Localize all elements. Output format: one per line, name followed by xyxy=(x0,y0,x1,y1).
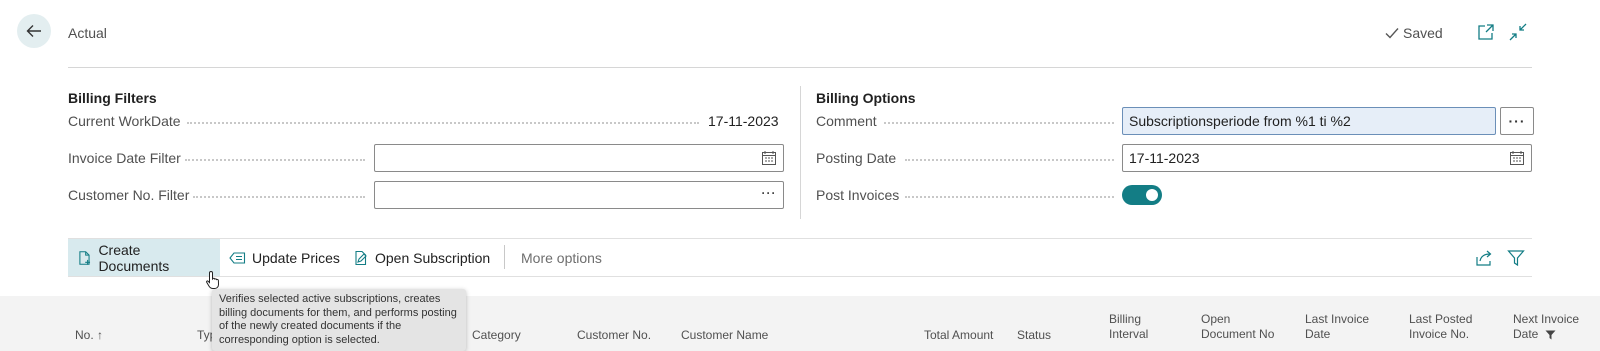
comment-input[interactable]: Subscriptionsperiode from %1 ti %2 xyxy=(1122,107,1496,135)
column-header-line: Invoice No. xyxy=(1409,327,1470,341)
billing-options-title: Billing Options xyxy=(816,90,916,106)
current-workdate-label: Current WorkDate xyxy=(68,113,181,129)
actionbar-bottom-border xyxy=(68,276,1532,277)
column-header-last-posted-invoice-no[interactable]: Last Posted Invoice No. xyxy=(1409,312,1472,342)
filter-applied-icon xyxy=(1545,330,1556,340)
share-button[interactable] xyxy=(1474,248,1494,268)
customer-no-filter-label: Customer No. Filter xyxy=(68,187,190,203)
more-options-label: More options xyxy=(521,249,602,266)
customer-no-filter-input[interactable]: ··· xyxy=(374,181,784,209)
create-documents-tooltip: Verifies selected active subscriptions, … xyxy=(212,289,466,351)
ellipsis-icon: ··· xyxy=(1508,113,1526,129)
column-header-open-document-no[interactable]: Open Document No xyxy=(1201,312,1274,342)
posting-date-label: Posting Date xyxy=(816,150,897,166)
update-prices-button[interactable]: Update Prices xyxy=(220,239,349,276)
column-divider xyxy=(800,86,801,219)
ellipsis-icon[interactable]: ··· xyxy=(761,185,777,201)
column-header-status[interactable]: Status xyxy=(1017,328,1051,343)
filter-button[interactable] xyxy=(1506,248,1526,268)
checkmark-icon xyxy=(1385,28,1399,39)
edit-document-icon xyxy=(355,250,367,265)
dotted-leader xyxy=(905,196,1114,198)
open-subscription-label: Open Subscription xyxy=(375,249,491,266)
price-tag-icon xyxy=(229,251,246,264)
open-subscription-button[interactable]: Open Subscription xyxy=(344,239,499,276)
column-header-text: Date xyxy=(1513,327,1539,341)
column-header-line: Billing xyxy=(1109,312,1142,326)
column-header-customer-name[interactable]: Customer Name xyxy=(681,328,768,343)
column-header-line: Last Posted xyxy=(1409,312,1473,326)
open-new-window-icon xyxy=(1478,24,1494,40)
actionbar-separator xyxy=(504,245,505,269)
column-header-customer-no[interactable]: Customer No. xyxy=(577,328,651,343)
column-header-line: Last Invoice xyxy=(1305,312,1370,326)
column-header-line: Date xyxy=(1305,327,1331,341)
dotted-leader xyxy=(884,122,1114,124)
saved-status: Saved xyxy=(1385,25,1443,41)
header-divider xyxy=(68,67,1532,68)
arrow-left-icon xyxy=(26,25,41,37)
column-header-billing-interval[interactable]: Billing Interval xyxy=(1109,312,1148,342)
comment-ellipsis-button[interactable]: ··· xyxy=(1500,107,1534,135)
comment-label: Comment xyxy=(816,113,877,129)
column-header-no[interactable]: No. ↑ xyxy=(75,328,103,343)
dotted-leader xyxy=(193,196,365,198)
hand-pointer-cursor-icon xyxy=(206,270,220,289)
dotted-leader xyxy=(185,159,365,161)
billing-filters-title: Billing Filters xyxy=(68,90,157,106)
column-header-last-invoice-date[interactable]: Last Invoice Date xyxy=(1305,312,1369,342)
invoice-date-filter-input[interactable] xyxy=(374,144,784,172)
comment-value: Subscriptionsperiode from %1 ti %2 xyxy=(1129,113,1351,129)
page-title: Actual xyxy=(68,25,107,41)
column-header-line: Interval xyxy=(1109,327,1149,341)
column-header-total-amount[interactable]: Total Amount xyxy=(924,328,993,343)
dotted-leader xyxy=(905,159,1114,161)
toggle-knob xyxy=(1146,189,1158,201)
column-header-line: Date xyxy=(1513,327,1579,342)
share-icon xyxy=(1476,250,1492,266)
posting-date-input[interactable]: 17-11-2023 xyxy=(1122,144,1532,172)
create-document-icon xyxy=(79,250,91,265)
collapse-button[interactable] xyxy=(1508,22,1528,42)
posting-date-value: 17-11-2023 xyxy=(1129,150,1200,166)
column-header-category[interactable]: Category xyxy=(472,328,521,343)
post-invoices-toggle[interactable] xyxy=(1122,185,1162,205)
create-documents-label: Create Documents xyxy=(98,241,170,274)
column-header-line: Document No xyxy=(1201,327,1275,341)
create-documents-button[interactable]: Create Documents xyxy=(68,239,220,276)
collapse-icon xyxy=(1509,23,1527,41)
calendar-icon[interactable] xyxy=(1509,150,1525,166)
saved-label: Saved xyxy=(1403,25,1443,41)
column-header-line: Open xyxy=(1201,312,1231,326)
calendar-icon[interactable] xyxy=(761,150,777,166)
invoice-date-filter-label: Invoice Date Filter xyxy=(68,150,181,166)
current-workdate-value: 17-11-2023 xyxy=(708,113,779,129)
back-button[interactable] xyxy=(17,14,51,48)
dotted-leader xyxy=(187,122,699,124)
filter-icon xyxy=(1507,250,1525,267)
post-invoices-label: Post Invoices xyxy=(816,187,900,203)
more-options-button[interactable]: More options xyxy=(512,239,611,276)
column-header-line: Next Invoice xyxy=(1513,312,1580,326)
open-new-window-button[interactable] xyxy=(1476,22,1496,42)
update-prices-label: Update Prices xyxy=(252,249,340,266)
column-header-next-invoice-date[interactable]: Next Invoice Date xyxy=(1513,312,1579,342)
